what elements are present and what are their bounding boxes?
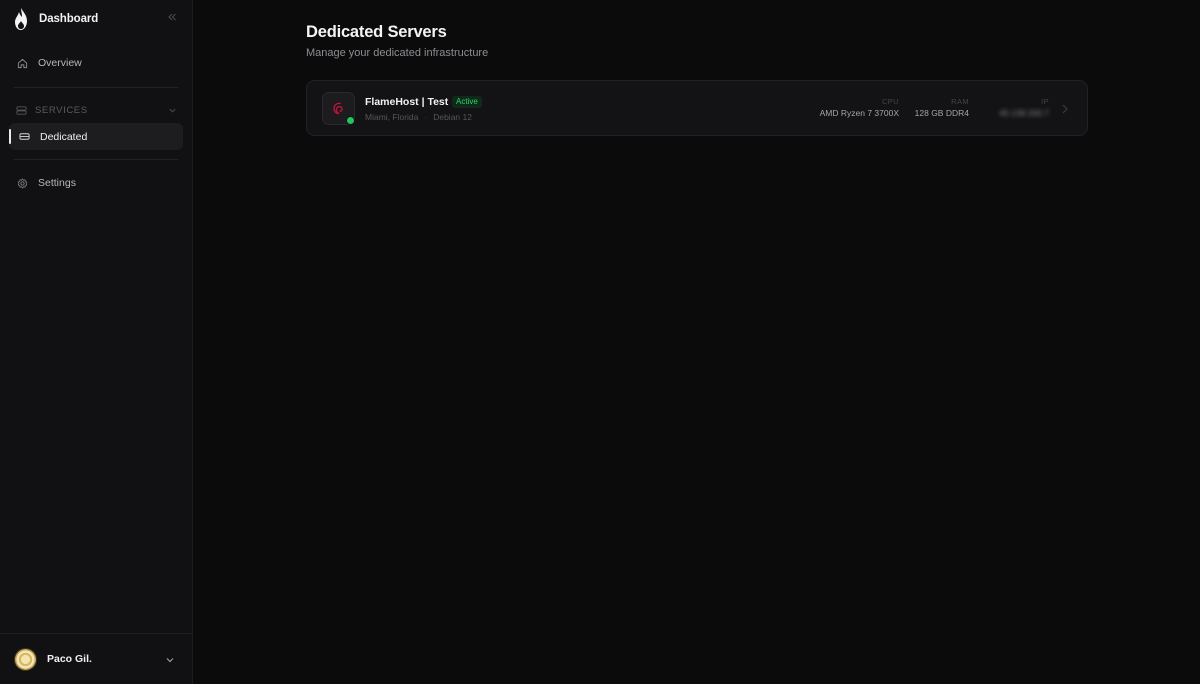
avatar xyxy=(14,647,37,671)
ram-label: RAM xyxy=(951,97,969,106)
page-title: Dedicated Servers xyxy=(306,23,447,41)
app-root: Dashboard Overview SERVICES Dedicated Se… xyxy=(0,0,1200,684)
ram-value: 128 GB DDR4 xyxy=(914,108,969,118)
user-menu[interactable]: Paco Gil. xyxy=(0,633,192,684)
sidebar-item-dedicated-label: Dedicated xyxy=(40,130,88,143)
sidebar-item-dedicated[interactable]: Dedicated xyxy=(9,123,183,150)
sidebar-divider xyxy=(14,159,178,160)
server-location: Miami, Florida xyxy=(365,112,419,122)
server-card[interactable]: FlameHost | Test Active Miami, Florida ·… xyxy=(306,80,1088,136)
cpu-value: AMD Ryzen 7 3700X xyxy=(819,108,899,118)
chevron-down-icon xyxy=(168,106,177,115)
sidebar-item-overview[interactable]: Overview xyxy=(9,49,183,77)
chevron-right-icon xyxy=(1061,103,1071,115)
services-section-label: SERVICES xyxy=(35,104,88,116)
server-stack-icon xyxy=(16,105,27,116)
server-meta: Miami, Florida · Debian 12 xyxy=(365,112,472,122)
flame-logo-icon xyxy=(12,7,30,31)
user-name: Paco Gil. xyxy=(47,653,92,665)
ip-value: 45.139.200.7 xyxy=(999,108,1049,118)
main-content: Dedicated Servers Manage your dedicated … xyxy=(193,0,1200,684)
sidebar: Dashboard Overview SERVICES Dedicated Se… xyxy=(0,0,193,684)
meta-separator: · xyxy=(424,112,428,122)
collapse-sidebar-icon[interactable] xyxy=(166,12,178,24)
page-subtitle: Manage your dedicated infrastructure xyxy=(306,47,489,59)
sidebar-divider xyxy=(14,87,178,88)
cpu-spec: CPU AMD Ryzen 7 3700X xyxy=(820,97,899,118)
sidebar-item-settings[interactable]: Settings xyxy=(9,169,183,197)
ip-label: IP xyxy=(1041,97,1049,106)
ram-spec: RAM 128 GB DDR4 xyxy=(915,97,969,118)
brand-title: Dashboard xyxy=(39,13,99,25)
services-section-toggle[interactable]: SERVICES xyxy=(9,98,183,122)
cpu-label: CPU xyxy=(881,97,899,106)
gear-icon xyxy=(17,178,28,189)
chevron-down-icon xyxy=(165,655,175,665)
sidebar-item-overview-label: Overview xyxy=(38,57,82,69)
online-status-dot xyxy=(346,116,355,125)
home-icon xyxy=(17,58,28,69)
ip-spec: IP 45.139.200.7 xyxy=(999,97,1049,118)
brand[interactable]: Dashboard xyxy=(0,0,192,38)
status-badge: Active xyxy=(452,96,482,108)
server-name: FlameHost | Test xyxy=(365,96,449,108)
sidebar-item-settings-label: Settings xyxy=(38,177,76,189)
server-os: Debian 12 xyxy=(433,112,472,122)
server-icon xyxy=(19,131,30,142)
